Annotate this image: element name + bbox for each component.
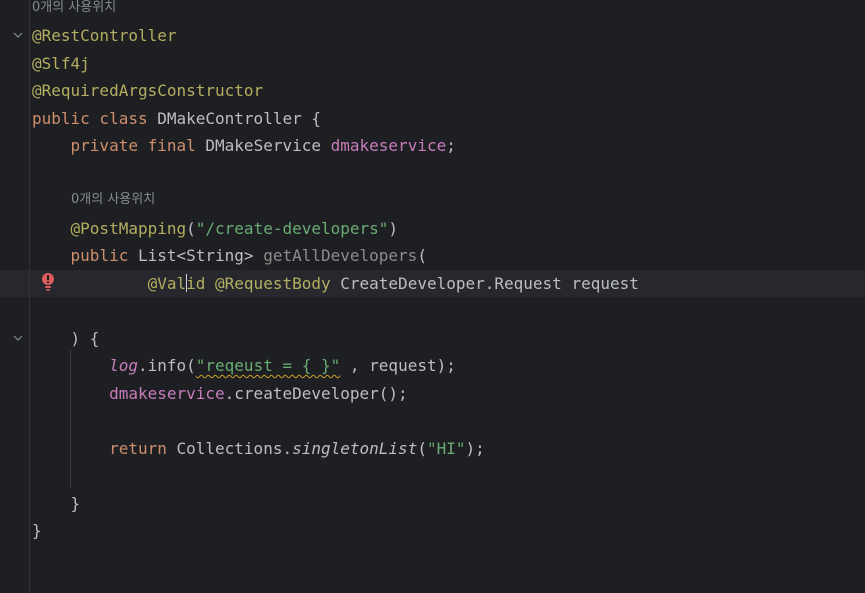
code-line: dmakeservice.createDeveloper();	[32, 380, 408, 407]
fold-chevron-icon[interactable]	[13, 333, 23, 343]
code-line: }	[32, 490, 81, 517]
class-declaration: DMakeController {	[147, 109, 321, 128]
method-call: .info(	[137, 356, 196, 375]
code-line: ) {	[32, 325, 100, 352]
parameter: CreateDeveloper.Request request	[330, 274, 639, 293]
keyword: private final	[32, 136, 196, 155]
string-literal: "HI"	[426, 439, 466, 458]
punctuation: (	[186, 219, 196, 238]
annotation: @RequiredArgsConstructor	[32, 81, 264, 100]
method-call: .createDeveloper();	[224, 384, 408, 403]
keyword: public class	[32, 109, 148, 128]
type-name: List<String>	[128, 246, 264, 265]
keyword: return	[109, 439, 167, 458]
arguments: , request);	[340, 356, 456, 375]
field-name: dmakeservice	[330, 136, 447, 155]
punctuation: );	[465, 439, 485, 458]
method-name: getAllDevelopers	[263, 246, 418, 265]
code-line: return Collections.singletonList("HI");	[32, 435, 485, 462]
keyword: public	[32, 246, 129, 265]
punctuation: (	[417, 246, 427, 265]
string-literal: "/create-developers"	[195, 219, 389, 238]
log-variable: log	[109, 356, 138, 375]
code-line: private final DMakeService dmakeservice;	[32, 132, 456, 159]
punctuation: )	[388, 219, 399, 238]
code-line: @Valid @RequestBody CreateDeveloper.Requ…	[32, 270, 639, 297]
usage-hint[interactable]: 0개의 사용위치	[32, 0, 116, 18]
annotation: @Slf4j	[32, 54, 90, 73]
gutter-divider	[29, 0, 30, 593]
type-name: DMakeService	[195, 136, 331, 155]
annotation: @RequestBody	[205, 274, 331, 293]
code-line: log.info("reqeust = { }" , request);	[32, 352, 456, 379]
punctuation: ;	[446, 136, 456, 155]
usage-hint[interactable]: 0개의 사용위치	[71, 190, 155, 210]
method-name: singletonList	[292, 439, 418, 458]
punctuation: }	[32, 494, 81, 513]
annotation: @RestController	[32, 26, 177, 45]
annotation: id	[186, 274, 206, 293]
annotation: @PostMapping	[32, 219, 187, 238]
code-line: @RestController	[32, 22, 177, 49]
code-line: @RequiredArgsConstructor	[32, 77, 263, 104]
annotation: @Val	[147, 274, 187, 293]
fold-chevron-icon[interactable]	[13, 30, 23, 40]
punctuation: (	[417, 439, 427, 458]
punctuation: ) {	[32, 329, 100, 348]
string-literal: "reqeust = { }"	[195, 356, 341, 375]
punctuation: }	[32, 521, 42, 540]
class-name: Collections.	[166, 439, 293, 458]
code-line: @PostMapping("/create-developers")	[32, 215, 399, 242]
code-line: public List<String> getAllDevelopers(	[32, 242, 427, 269]
code-line: public class DMakeController {	[32, 105, 321, 132]
field-name: dmakeservice	[109, 384, 225, 403]
code-line: }	[32, 517, 42, 544]
code-line: @Slf4j	[32, 50, 90, 77]
